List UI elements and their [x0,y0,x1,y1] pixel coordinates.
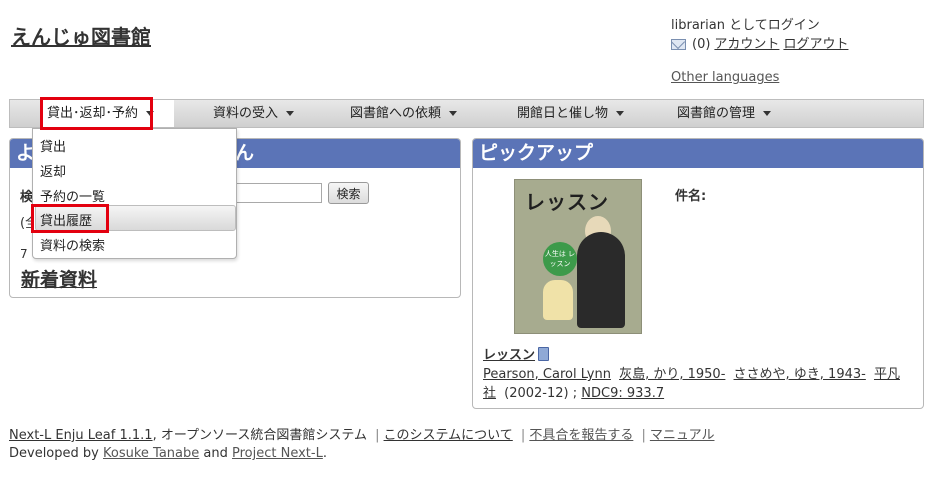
menu-circulation[interactable]: 貸出･返却･予約 [41,100,174,127]
footer-period: . [322,446,327,461]
publication-date: (2002-12) ; [504,386,578,401]
menu-circulation-label: 貸出･返却･予約 [47,106,139,121]
site-title[interactable]: えんじゅ図書館 [11,21,151,50]
ndc-link[interactable]: NDC9: 933.7 [581,386,664,401]
book-authors: Pearson, Carol Lynn 灰島, かり, 1950- ささめや, … [483,365,915,403]
book-cover-image[interactable]: レッスン 人生は レッスン [514,179,642,334]
chevron-down-icon [286,111,295,116]
account-link[interactable]: アカウント [714,35,779,54]
dropdown-item-reservations[interactable]: 予約の一覧 [40,186,105,205]
menu-library-admin[interactable]: 図書館の管理 [677,100,772,127]
book-title-link[interactable]: レッスン [483,348,535,363]
menu-library-admin-label: 図書館の管理 [677,106,756,121]
developer-link[interactable]: Kosuke Tanabe [103,446,199,461]
dropdown-item-checkout-history[interactable]: 貸出履歴 [40,210,92,229]
count-text: 7 [20,247,28,261]
and-text: and [203,446,228,461]
dropdown-item-checkin[interactable]: 返却 [40,161,66,180]
project-link[interactable]: Project Next-L [232,446,323,461]
login-box: librarian としてログイン (0) アカウント ログアウト [671,16,848,54]
product-description: , オープンソース統合図書館システム [152,428,368,443]
cover-badge: 人生は レッスン [543,242,577,276]
login-status: librarian としてログイン [671,18,820,33]
cover-child-figure [543,280,573,320]
menu-acquisition-label: 資料の受入 [213,106,279,121]
menu-requests[interactable]: 図書館への依頼 [350,100,458,127]
author-link[interactable]: 灰島, かり, 1950- [619,367,725,382]
manual-link[interactable]: マニュアル [650,428,715,443]
dropdown-item-search[interactable]: 資料の検索 [40,235,105,254]
pickup-panel: ピックアップ レッスン 人生は レッスン 件名: レッスン Pearson, C… [472,138,924,409]
other-languages-link[interactable]: Other languages [671,70,779,85]
subject-label: 件名: [675,189,707,204]
circulation-dropdown-menu: 貸出 返却 予約の一覧 貸出履歴 資料の検索 [32,128,237,259]
chevron-down-icon [616,111,625,116]
product-link[interactable]: Next-L Enju Leaf 1.1.1 [9,428,153,443]
dropdown-item-checkout[interactable]: 貸出 [40,136,66,155]
chevron-down-icon [763,111,772,116]
author-link[interactable]: Pearson, Carol Lynn [483,367,611,382]
mail-icon[interactable] [671,39,686,50]
menu-requests-label: 図書館への依頼 [350,106,442,121]
book-info: レッスン Pearson, Carol Lynn 灰島, かり, 1950- さ… [483,346,915,403]
search-button[interactable]: 検索 [328,182,369,204]
footer: Next-L Enju Leaf 1.1.1, オープンソース統合図書館システム… [9,428,715,461]
cover-title: レッスン [525,190,609,214]
developed-by-text: Developed by [9,446,99,461]
author-link[interactable]: ささめや, ゆき, 1943- [734,367,866,382]
book-icon [538,347,550,361]
chevron-down-icon [146,111,155,116]
pickup-panel-heading: ピックアップ [473,139,923,168]
message-count: (0) [692,37,711,52]
chevron-down-icon [449,111,458,116]
main-menubar: 貸出･返却･予約 資料の受入 図書館への依頼 開館日と催し物 図書館の管理 [9,99,924,128]
about-link[interactable]: このシステムについて [384,428,513,443]
menu-events[interactable]: 開館日と催し物 [517,100,625,127]
menu-acquisition[interactable]: 資料の受入 [213,100,295,127]
report-bug-link[interactable]: 不具合を報告する [529,428,633,443]
menu-events-label: 開館日と催し物 [517,106,609,121]
logout-link[interactable]: ログアウト [783,35,848,54]
search-input[interactable] [236,183,322,203]
new-arrivals-link[interactable]: 新着資料 [21,265,97,292]
welcome-heading-end: ん [235,142,255,164]
cover-figure-body [577,232,625,328]
